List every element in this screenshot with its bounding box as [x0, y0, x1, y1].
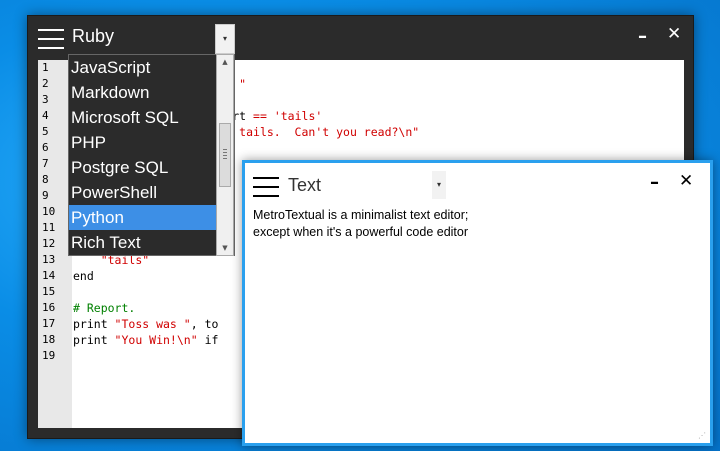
close-button[interactable]: ✕	[667, 24, 681, 44]
code-token: , to	[190, 317, 219, 331]
language-dropdown-list[interactable]: JavaScript Markdown Microsoft SQL PHP Postgr…	[68, 54, 235, 256]
code-token: "You Win!\n"	[114, 333, 198, 347]
menu-icon[interactable]	[38, 29, 64, 56]
dropdown-option[interactable]: JavaScript	[69, 55, 234, 80]
line-number: 16	[42, 301, 56, 314]
line-number: 18	[42, 333, 56, 346]
line-number: 11	[42, 221, 56, 234]
resize-grip-icon[interactable]: ⋰	[698, 431, 708, 441]
line-number: 4	[42, 109, 49, 122]
language-selector-value[interactable]: Ruby	[72, 26, 114, 47]
dropdown-option[interactable]: PHP	[69, 130, 234, 155]
scroll-up-icon[interactable]: ▲	[217, 55, 233, 69]
dropdown-option[interactable]: PowerShell	[69, 180, 234, 205]
chevron-down-icon[interactable]: ▾	[432, 171, 446, 199]
dropdown-option[interactable]: Python	[69, 205, 234, 230]
line-number: 12	[42, 237, 56, 250]
line-number: 13	[42, 253, 56, 266]
code-token: print	[73, 317, 115, 331]
line-number: 19	[42, 349, 56, 362]
code-token: print	[73, 333, 115, 347]
line-number: 1	[42, 61, 49, 74]
scrollbar-thumb[interactable]	[219, 123, 231, 187]
dropdown-option[interactable]: Rich Text	[69, 230, 234, 255]
line-number: 15	[42, 285, 56, 298]
line-number: 2	[42, 77, 49, 90]
code-token: ==	[253, 109, 267, 123]
dropdown-scrollbar[interactable]: ▲ ▼	[216, 54, 234, 256]
line-number-gutter: 1 2 3 4 5 6 7 8 9 10 11 12 13 14 15 16 17 18 19	[38, 60, 72, 428]
code-token: if	[197, 333, 219, 347]
chevron-down-icon[interactable]: ▾	[215, 24, 235, 54]
line-number: 6	[42, 141, 49, 154]
dropdown-option[interactable]: Markdown	[69, 80, 234, 105]
line-number: 10	[42, 205, 56, 218]
line-number: 5	[42, 125, 49, 138]
language-selector-value[interactable]: Text	[288, 175, 321, 196]
code-token: end	[73, 269, 94, 283]
menu-icon[interactable]	[253, 177, 279, 204]
minimize-button[interactable]: –	[638, 26, 647, 47]
code-token: "Toss was "	[114, 317, 191, 331]
text-line: MetroTextual is a minimalist text editor…	[253, 208, 469, 222]
line-number: 3	[42, 93, 49, 106]
line-number: 14	[42, 269, 56, 282]
scroll-down-icon[interactable]: ▼	[217, 241, 233, 255]
close-button[interactable]: ✕	[679, 171, 693, 191]
dropdown-option[interactable]: Microsoft SQL	[69, 105, 234, 130]
line-number: 7	[42, 157, 49, 170]
code-token: 'tails'	[273, 109, 323, 123]
line-number: 8	[42, 173, 49, 186]
text-line: except when it's a powerful code editor	[253, 225, 469, 239]
text-body[interactable]: MetroTextual is a minimalist text editor…	[253, 207, 468, 241]
minimize-button[interactable]: –	[650, 172, 659, 193]
code-token: # Report.	[73, 301, 136, 315]
dropdown-option[interactable]: Postgre SQL	[69, 155, 234, 180]
line-number: 17	[42, 317, 56, 330]
text-editor-window: Text ▾ – ✕ MetroTextual is a minimalist …	[242, 160, 713, 446]
line-number: 9	[42, 189, 49, 202]
